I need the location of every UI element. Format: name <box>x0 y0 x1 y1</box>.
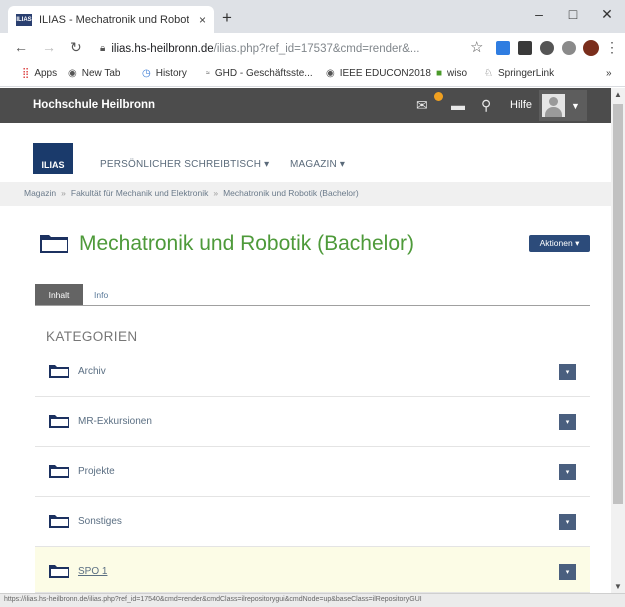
ghd-icon: ≈ <box>206 70 210 77</box>
category-row[interactable]: SPO 1 ▾ <box>35 547 590 593</box>
lock-icon: 🔒︎ <box>100 43 106 54</box>
folder-icon <box>49 465 69 478</box>
folder-icon <box>49 515 69 528</box>
user-avatar-icon <box>542 94 565 117</box>
bookmark-apps[interactable]: ⣿ Apps <box>22 68 57 79</box>
breadcrumb-separator: » <box>213 188 219 198</box>
categories-heading: KATEGORIEN <box>46 329 138 344</box>
status-bar-url: https://ilias.hs-heilbronn.de/ilias.php?… <box>0 593 625 607</box>
page-title: Mechatronik und Robotik (Bachelor) <box>79 232 414 255</box>
breadcrumb-item[interactable]: Magazin <box>24 188 56 198</box>
category-row[interactable]: Archiv ▾ <box>35 347 590 397</box>
ilias-top-bar: Hochschule Heilbronn ✉ ▬ ⚲ Hilfe ▼ <box>0 88 611 123</box>
chrome-icon: ◉ <box>68 68 77 79</box>
chat-icon[interactable]: ▬ <box>451 97 465 113</box>
category-link[interactable]: Sonstiges <box>78 516 122 527</box>
apps-grid-icon: ⣿ <box>22 68 30 79</box>
address-row: ← → ↻ 🔒︎ ilias.hs-heilbronn.de /ilias.ph… <box>0 33 625 63</box>
extension-icon[interactable] <box>540 41 554 55</box>
forward-arrow-icon[interactable]: → <box>42 39 56 55</box>
bookmark-history[interactable]: ◷ History <box>142 68 187 79</box>
scroll-up-icon[interactable]: ▲ <box>614 90 622 99</box>
bookmark-new-tab[interactable]: ◉ New Tab <box>68 68 120 79</box>
breadcrumb-item[interactable]: Mechatronik und Robotik (Bachelor) <box>223 188 359 198</box>
bookmark-springer[interactable]: ♘ SpringerLink <box>484 68 554 79</box>
maximize-button[interactable]: □ <box>563 6 583 22</box>
ilias-favicon-icon: ILIAS <box>16 13 32 26</box>
category-row[interactable]: MR-Exkursionen ▾ <box>35 397 590 447</box>
url-host: ilias.hs-heilbronn.de <box>111 42 214 55</box>
tab-close-icon[interactable]: × <box>199 13 206 27</box>
tab-content[interactable]: Inhalt <box>35 284 83 305</box>
bookmarks-bar: ⣿ Apps ◉ New Tab ◷ History ≈ GHD - Gesch… <box>0 63 625 87</box>
bookmark-wiso[interactable]: ■ wiso <box>436 68 467 79</box>
tab-info[interactable]: Info <box>94 290 108 300</box>
bookmark-star-icon[interactable]: ☆ <box>470 38 483 56</box>
url-bar[interactable]: 🔒︎ ilias.hs-heilbronn.de /ilias.php?ref_… <box>100 39 464 58</box>
breadcrumb: Magazin » Fakultät für Mechanik und Elektr… <box>24 188 359 198</box>
category-row[interactable]: Sonstiges ▾ <box>35 497 590 547</box>
bookmark-ghd[interactable]: ≈ GHD - Geschäftsste... <box>206 68 313 79</box>
menu-kebab-icon[interactable]: ⋮ <box>605 39 619 56</box>
close-window-button[interactable]: ✕ <box>597 6 617 23</box>
bookmarks-more[interactable]: » <box>606 68 612 79</box>
actions-button[interactable]: Aktionen ▾ <box>529 235 590 252</box>
url-path: /ilias.php?ref_id=17537&cmd=render&... <box>213 42 420 55</box>
globe-icon: ◉ <box>326 68 335 79</box>
row-actions-button[interactable]: ▾ <box>559 414 576 430</box>
breadcrumb-item[interactable]: Fakultät für Mechanik und Elektronik <box>71 188 208 198</box>
scrollbar[interactable]: ▲ ▼ <box>611 88 625 593</box>
folder-icon <box>40 235 68 253</box>
scroll-down-icon[interactable]: ▼ <box>614 582 622 591</box>
category-link[interactable]: Projekte <box>78 466 115 477</box>
breadcrumb-separator: » <box>61 188 66 198</box>
nav-magazin[interactable]: MAGAZIN ▾ <box>290 159 345 170</box>
minimize-button[interactable]: – <box>529 6 549 22</box>
row-actions-button[interactable]: ▾ <box>559 564 576 580</box>
profile-avatar[interactable] <box>583 40 599 56</box>
springer-icon: ♘ <box>484 68 493 79</box>
extension-icon[interactable] <box>496 41 510 55</box>
bookmark-ieee[interactable]: ◉ IEEE EDUCON2018 <box>326 68 431 79</box>
help-link[interactable]: Hilfe <box>510 99 532 111</box>
tab-title: ILIAS - Mechatronik und Robotik <box>39 13 189 26</box>
mail-icon[interactable]: ✉ <box>416 97 428 114</box>
back-arrow-icon[interactable]: ← <box>14 39 28 55</box>
reload-icon[interactable]: ↻ <box>70 39 82 56</box>
browser-titlebar: ILIAS ILIAS - Mechatronik und Robotik × … <box>0 0 625 33</box>
folder-icon <box>49 365 69 378</box>
row-actions-button[interactable]: ▾ <box>559 364 576 380</box>
extension-icon[interactable] <box>562 41 576 55</box>
category-row[interactable]: Projekte ▾ <box>35 447 590 497</box>
brand-name[interactable]: Hochschule Heilbronn <box>33 99 155 111</box>
nav-personal-desk[interactable]: PERSÖNLICHER SCHREIBTISCH ▾ <box>100 159 269 170</box>
new-tab-button[interactable]: + <box>222 8 232 28</box>
folder-icon <box>49 415 69 428</box>
category-link[interactable]: SPO 1 <box>78 566 107 577</box>
history-icon: ◷ <box>142 68 151 79</box>
row-actions-button[interactable]: ▾ <box>559 514 576 530</box>
folder-icon <box>49 565 69 578</box>
mail-badge <box>434 92 443 101</box>
browser-tab[interactable]: ILIAS ILIAS - Mechatronik und Robotik × <box>8 6 214 33</box>
extension-icon[interactable] <box>518 41 532 55</box>
row-actions-button[interactable]: ▾ <box>559 464 576 480</box>
ilias-logo[interactable]: ILIAS <box>33 143 73 174</box>
tabs-divider <box>35 305 590 306</box>
scroll-thumb[interactable] <box>613 104 623 504</box>
category-link[interactable]: MR-Exkursionen <box>78 416 152 427</box>
wiso-icon: ■ <box>436 68 443 79</box>
search-icon[interactable]: ⚲ <box>481 97 491 114</box>
category-link[interactable]: Archiv <box>78 366 106 377</box>
user-menu-button[interactable]: ▼ <box>539 90 587 121</box>
chevron-down-icon: ▼ <box>571 101 580 111</box>
